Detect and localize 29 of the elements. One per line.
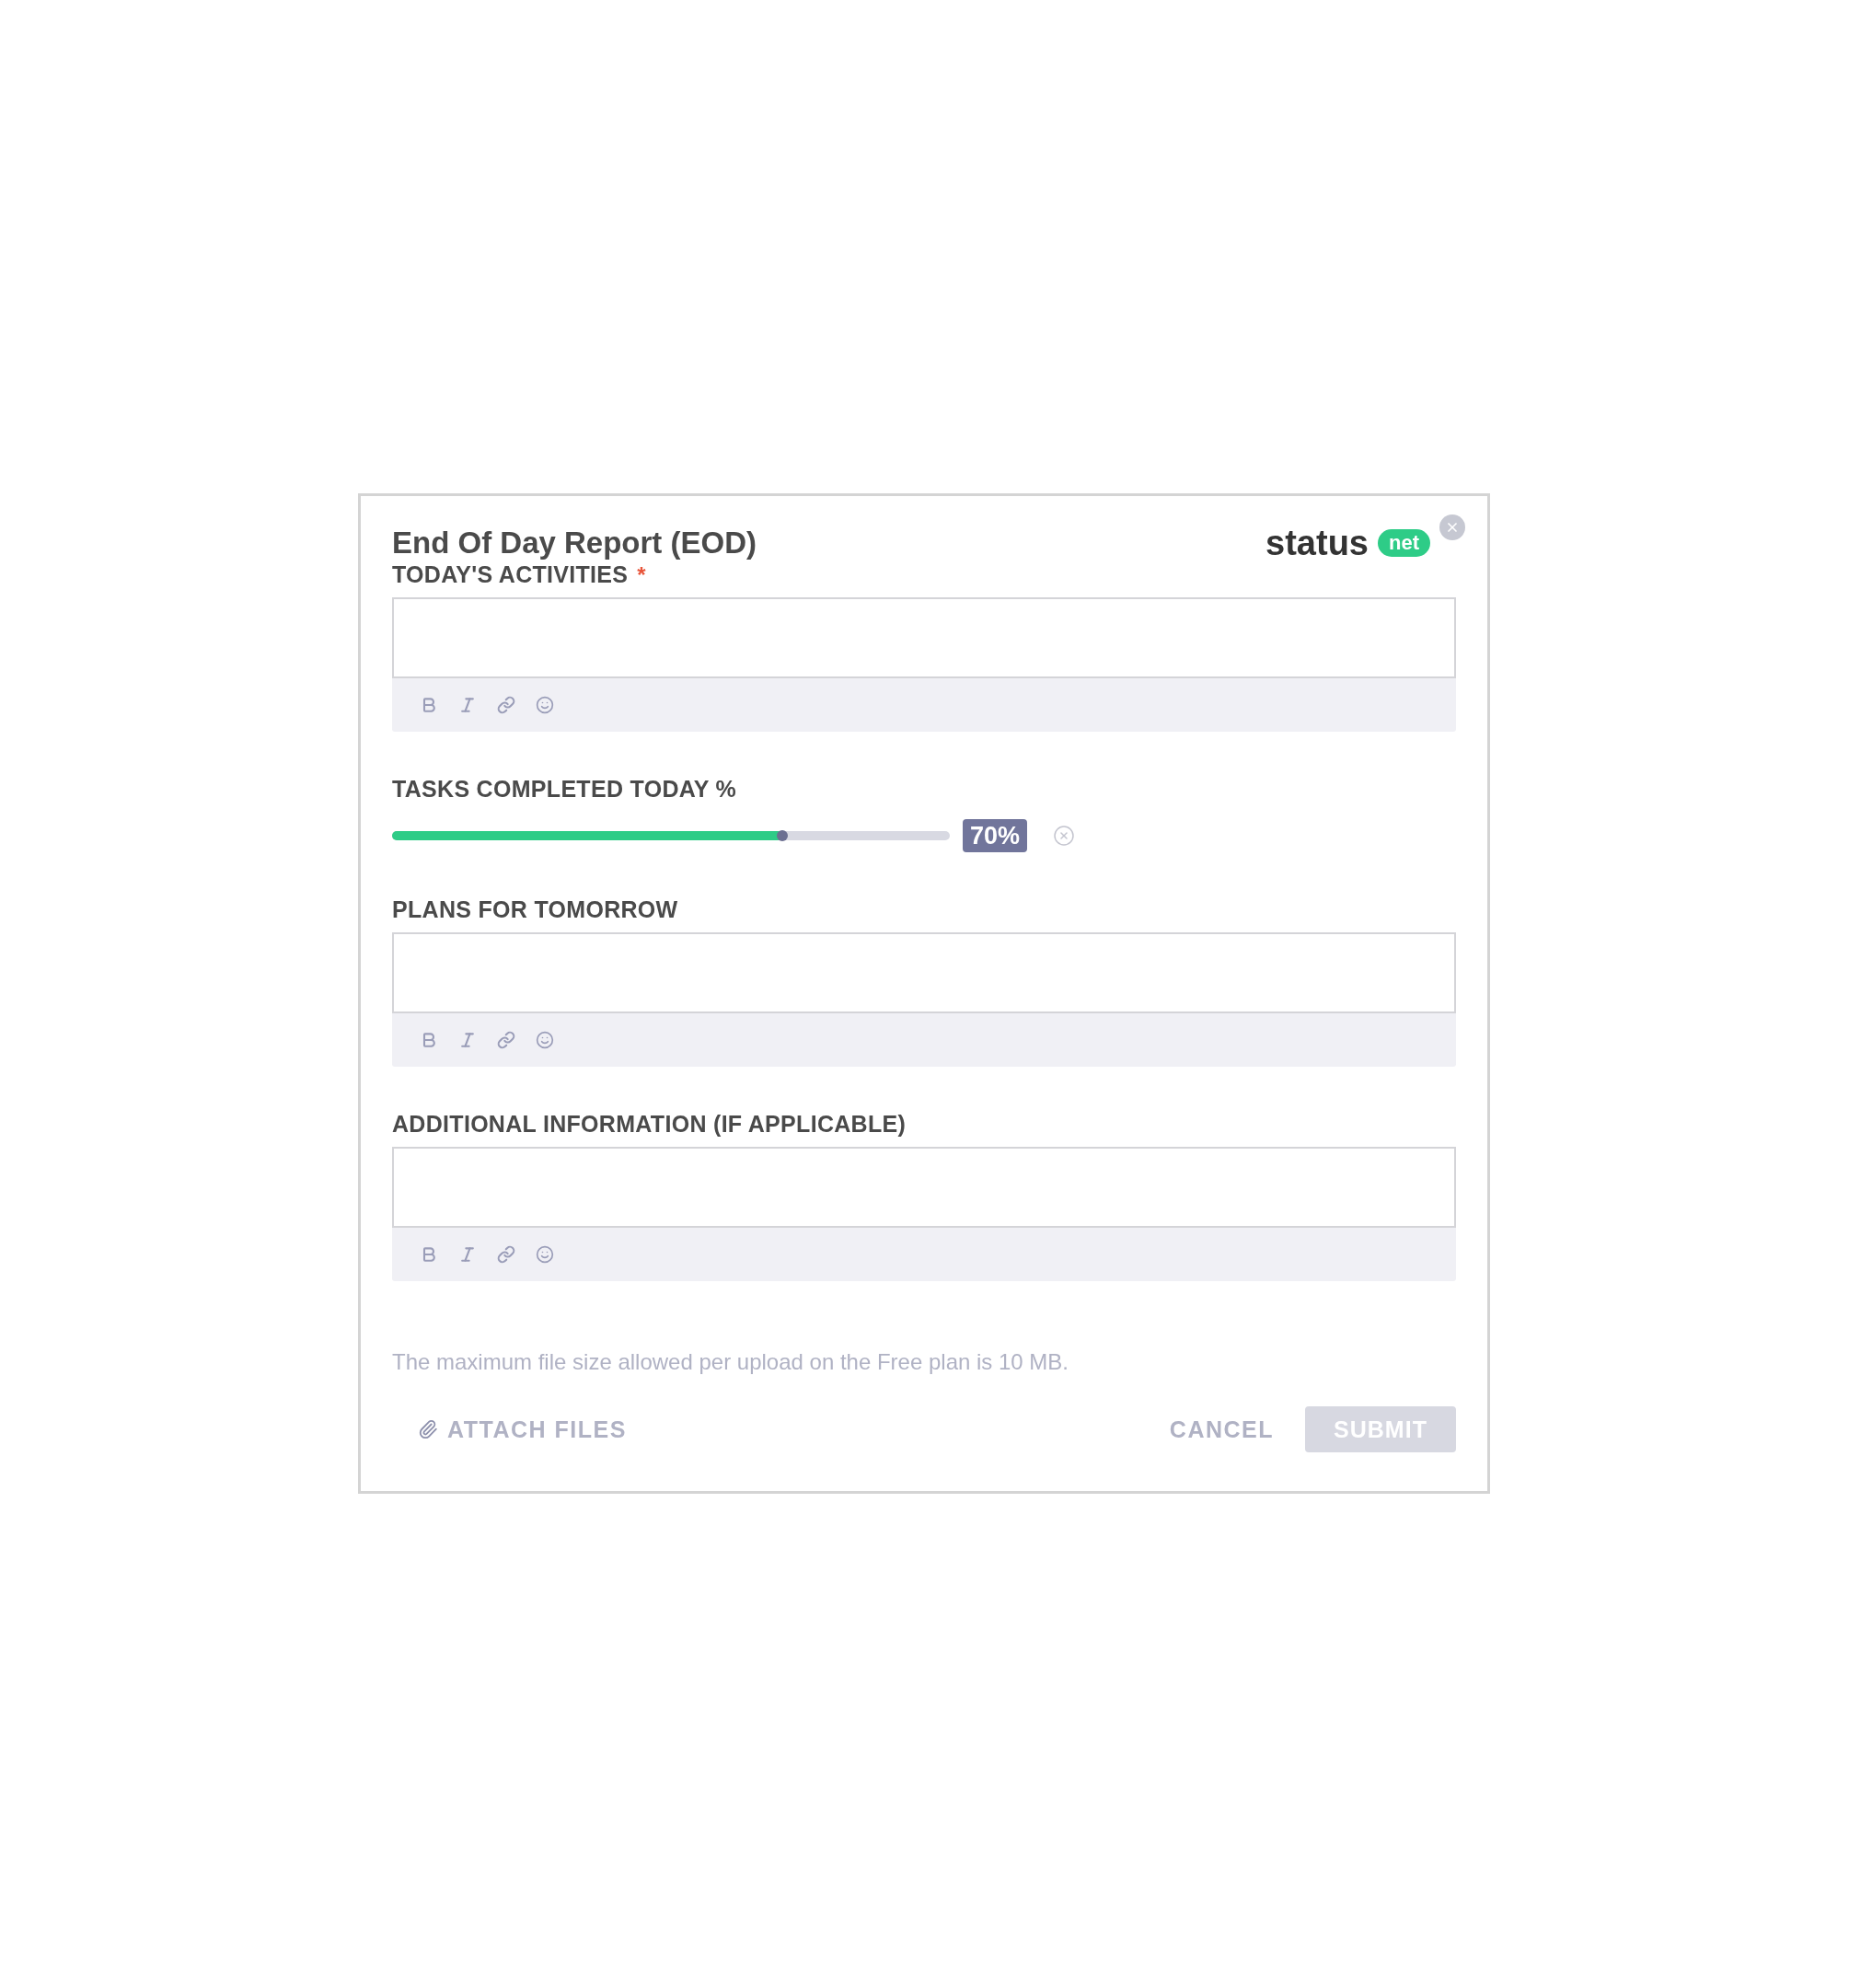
logo-badge: net xyxy=(1378,529,1430,557)
smiley-icon[interactable] xyxy=(536,1031,554,1050)
field-label: ADDITIONAL INFORMATION (IF APPLICABLE) xyxy=(392,1113,907,1137)
smiley-icon[interactable] xyxy=(536,696,554,715)
field-label: PLANS FOR TOMORROW xyxy=(392,898,678,922)
percent-badge: 70% xyxy=(963,819,1028,853)
logo-wordmark: status xyxy=(1265,526,1369,561)
italic-icon[interactable] xyxy=(458,1031,477,1050)
link-icon[interactable] xyxy=(497,696,515,715)
field-label: TASKS COMPLETED TODAY % xyxy=(392,778,737,802)
clear-icon[interactable] xyxy=(1053,825,1076,848)
file-size-note: The maximum file size allowed per upload on the Free plan is 10 MB. xyxy=(392,1348,1070,1377)
dialog-title: End Of Day Report (EOD) xyxy=(392,525,757,561)
link-icon[interactable] xyxy=(497,1031,515,1050)
close-icon xyxy=(1445,520,1460,535)
required-asterisk: * xyxy=(637,563,646,586)
link-icon[interactable] xyxy=(497,1245,515,1265)
text-input-field[interactable] xyxy=(392,932,1456,1014)
slider-handle[interactable] xyxy=(777,830,789,842)
cancel-button[interactable]: CANCEL xyxy=(1169,1412,1274,1447)
italic-icon[interactable] xyxy=(458,696,477,715)
smiley-icon[interactable] xyxy=(536,1245,554,1265)
close-button[interactable] xyxy=(1439,514,1465,540)
italic-icon[interactable] xyxy=(458,1245,477,1265)
text-input-field[interactable] xyxy=(392,597,1456,679)
slider-track[interactable] xyxy=(392,831,950,841)
attach-files-button[interactable]: ATTACH FILES xyxy=(418,1412,627,1447)
text-input-field[interactable] xyxy=(392,1147,1456,1229)
field-label: TODAY'S ACTIVITIES xyxy=(392,563,629,587)
